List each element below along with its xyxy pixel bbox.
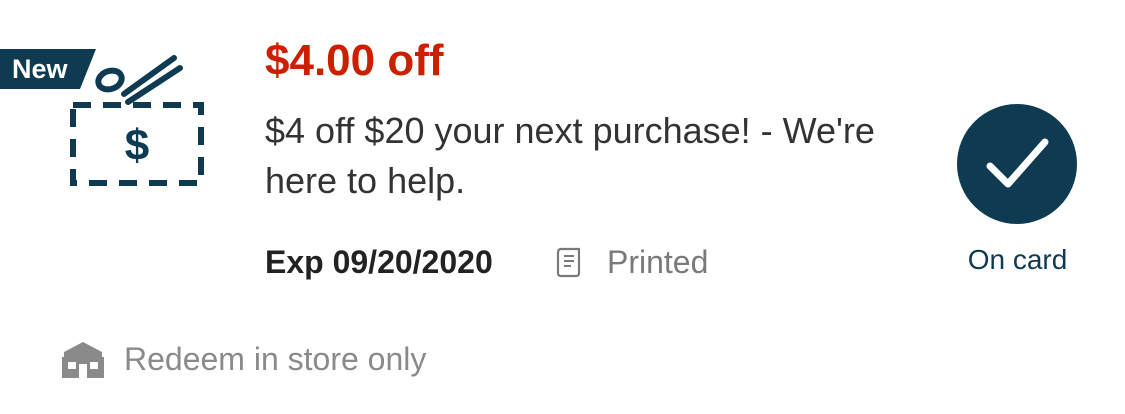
store-icon <box>60 338 106 380</box>
coupon-card[interactable]: New $ $4.00 off $4 off $20 your next pur… <box>0 0 1125 414</box>
svg-text:$: $ <box>125 121 149 170</box>
offer-amount: $4.00 off <box>265 36 444 85</box>
redeem-in-store-note: Redeem in store only <box>124 341 427 377</box>
coupon-scissors-dollar-icon: $ <box>60 50 210 190</box>
clipped-check-button[interactable] <box>957 104 1077 224</box>
receipt-icon <box>555 246 583 278</box>
offer-description: $4 off $20 your next purchase! - We're h… <box>265 110 875 201</box>
checkmark-icon <box>986 138 1049 188</box>
on-card-label: On card <box>967 244 1068 275</box>
printed-status: Printed <box>607 244 709 280</box>
expiration-date: Exp 09/20/2020 <box>265 244 493 280</box>
